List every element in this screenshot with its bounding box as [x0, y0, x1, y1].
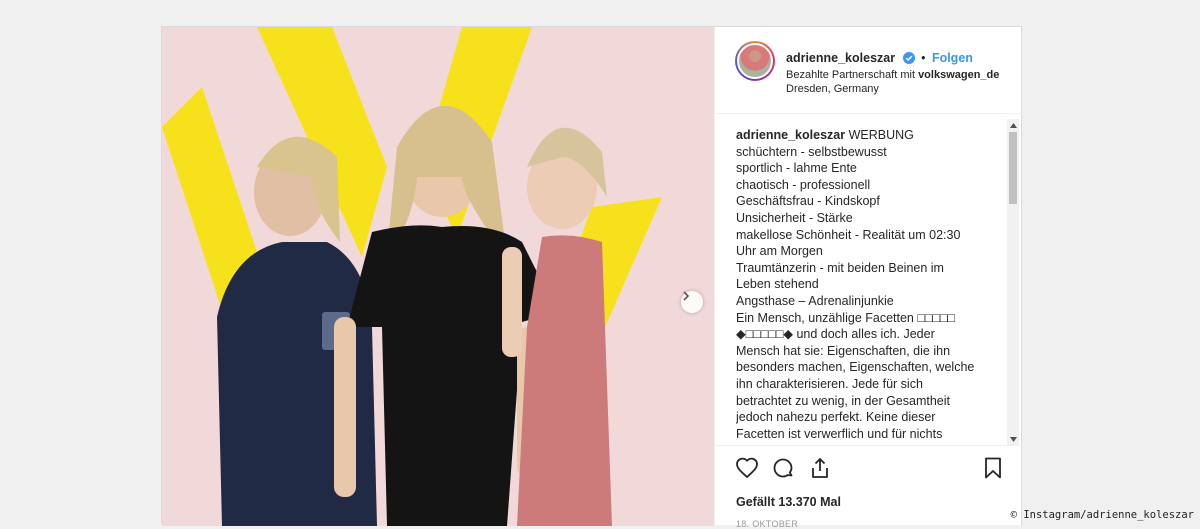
photo-illustration: [162, 27, 662, 526]
scroll-down-arrow-icon[interactable]: [1007, 433, 1019, 445]
avatar[interactable]: [735, 41, 775, 81]
caption-line: Uhr am Morgen: [736, 244, 823, 259]
caption-line: Ein Mensch, unzählige Facetten □□□□□: [736, 310, 956, 325]
caption-line: makellose Schönheit - Realität um 02:30: [736, 227, 961, 242]
caption-line: Mensch hat sie: Eigenschaften, die ihn: [736, 343, 951, 358]
scroll-up-arrow-icon[interactable]: [1007, 119, 1019, 131]
username-link[interactable]: adrienne_koleszar: [786, 51, 895, 65]
caption-line: Geschäftsfrau - Kindskopf: [736, 194, 880, 209]
caption-line: sportlich - lahme Ente: [736, 161, 857, 176]
verified-icon: [902, 52, 915, 64]
bookmark-icon[interactable]: [981, 456, 1005, 480]
post-sidebar: adrienne_koleszar • Folgen Bezahlte Part…: [714, 27, 1022, 529]
comment-icon[interactable]: [771, 456, 795, 480]
instagram-post: adrienne_koleszar • Folgen Bezahlte Part…: [161, 26, 1022, 529]
partnership-prefix: Bezahlte Partnerschaft mit: [786, 69, 919, 81]
caption-author[interactable]: adrienne_koleszar: [736, 128, 845, 142]
heart-icon[interactable]: [735, 456, 759, 480]
caption-line: adrienne_koleszar WERBUNG: [736, 128, 914, 142]
post-date[interactable]: 18. OKTOBER: [736, 519, 798, 529]
separator-dot: •: [921, 51, 926, 65]
caption-line: ihn charakterisieren. Jede für sich: [736, 376, 923, 391]
caption-line: besonders machen, Eigenschaften, welche: [736, 360, 975, 375]
caption-line: Traumtänzerin - mit beiden Beinen im: [736, 260, 944, 275]
partner-link[interactable]: volkswagen_de: [918, 69, 999, 81]
chevron-right-icon: [683, 291, 690, 301]
post-header: adrienne_koleszar • Folgen Bezahlte Part…: [715, 27, 1022, 114]
scrollbar-thumb[interactable]: [1009, 132, 1017, 204]
caption-line: jedoch nahezu perfekt. Keine dieser: [736, 410, 936, 425]
caption: adrienne_koleszar WERBUNG schüchtern - s…: [736, 127, 998, 445]
caption-line: Angsthase – Adrenalinjunkie: [736, 293, 894, 308]
caption-line: Leben stehend: [736, 277, 819, 292]
caption-line: ◆□□□□□◆ und doch alles ich. Jeder: [736, 327, 935, 342]
caption-line: betrachtet zu wenig, in der Gesamtheit: [736, 393, 951, 408]
image-credit: © Instagram/adrienne_koleszar: [1010, 509, 1194, 521]
next-image-button[interactable]: [681, 291, 703, 313]
share-icon[interactable]: [808, 456, 832, 480]
partnership-label: Bezahlte Partnerschaft mit volkswagen_de: [786, 69, 999, 81]
follow-button[interactable]: Folgen: [932, 51, 973, 65]
caption-line: Facetten ist verwerflich und für nichts: [736, 426, 943, 441]
header-line: adrienne_koleszar • Folgen: [786, 51, 973, 65]
likes-count[interactable]: Gefällt 13.370 Mal: [736, 495, 841, 509]
caption-line: schüchtern - selbstbewusst: [736, 144, 887, 159]
post-photo[interactable]: [162, 27, 714, 526]
caption-line: chaotisch - professionell: [736, 177, 871, 192]
caption-line: Unsicherheit - Stärke: [736, 210, 853, 225]
location-link[interactable]: Dresden, Germany: [786, 83, 879, 95]
post-actions: Gefällt 13.370 Mal 18. OKTOBER: [715, 445, 1022, 529]
caption-scrollbar[interactable]: [1007, 119, 1019, 445]
